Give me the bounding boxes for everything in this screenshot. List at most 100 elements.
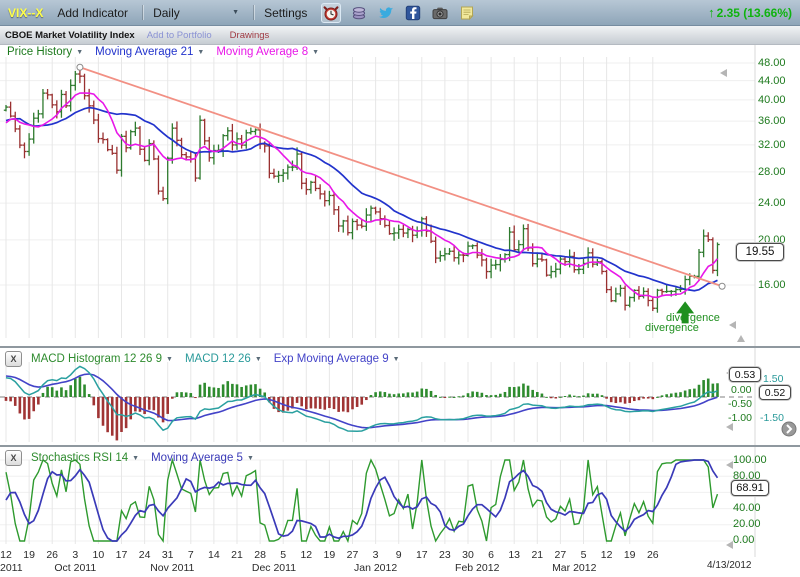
- chevron-down-icon: ▼: [232, 9, 239, 16]
- indicator-label: MACD 12 26: [185, 353, 251, 365]
- hist-bar: [153, 397, 156, 410]
- indicator-label: Price History: [7, 46, 72, 58]
- hist-bar: [19, 397, 22, 413]
- drawings-button[interactable]: Drawings: [230, 30, 270, 41]
- hist-bar: [134, 397, 137, 411]
- scroll-left-icon[interactable]: [726, 461, 733, 469]
- chevron-down-icon[interactable]: ▼: [132, 455, 139, 462]
- hist-bar: [596, 394, 599, 397]
- hist-bar: [684, 391, 687, 397]
- hist-bar: [116, 397, 119, 440]
- macd-hist-current-box: 0.53: [729, 367, 761, 382]
- indicator-stochastics-rsi[interactable]: Stochastics RSI 14 ▼: [31, 452, 139, 464]
- stoch-current-box: 68.91: [731, 480, 769, 496]
- hist-bar: [245, 385, 248, 397]
- hist-bar: [610, 397, 613, 402]
- indicator-moving-average-8[interactable]: Moving Average 8 ▼: [216, 46, 319, 58]
- chevron-down-icon[interactable]: ▼: [312, 49, 319, 56]
- chevron-down-icon[interactable]: ▼: [255, 356, 262, 363]
- add-indicator-button[interactable]: Add Indicator: [57, 6, 128, 20]
- symbol-label[interactable]: VIX--X: [8, 6, 43, 20]
- timeframe-dropdown[interactable]: Daily ▼: [153, 6, 239, 20]
- price-change: ↑ 2.35 (13.66%): [708, 5, 792, 20]
- chevron-down-icon[interactable]: ▼: [76, 49, 83, 56]
- scroll-left-icon[interactable]: [729, 321, 736, 329]
- hist-bar: [171, 397, 174, 399]
- scroll-up-icon[interactable]: [737, 335, 745, 342]
- x-tick-label: 19: [618, 549, 642, 561]
- hist-bar: [499, 394, 502, 397]
- macd-line-axis-label: 1.50: [763, 373, 783, 385]
- hist-bar: [203, 383, 206, 397]
- hist-bar: [638, 397, 641, 400]
- hist-bar: [314, 397, 317, 409]
- chevron-down-icon[interactable]: ▼: [393, 356, 400, 363]
- note-icon[interactable]: [458, 4, 476, 22]
- macd-axis-label: -1.00: [728, 412, 752, 424]
- indicator-moving-average-21[interactable]: Moving Average 21 ▼: [95, 46, 204, 58]
- hist-bar: [615, 397, 618, 403]
- price-axis-label: 32.00: [758, 139, 786, 151]
- hist-bar: [356, 397, 359, 407]
- month-label: Feb 2012: [449, 562, 505, 574]
- indicator-moving-average-5[interactable]: Moving Average 5 ▼: [151, 452, 254, 464]
- hist-bar: [148, 397, 151, 410]
- scroll-left-icon[interactable]: [720, 69, 727, 77]
- add-to-portfolio-button[interactable]: Add to Portfolio: [147, 30, 212, 41]
- hist-bar: [323, 397, 326, 410]
- close-macd-panel-button[interactable]: X: [5, 351, 22, 367]
- hist-bar: [670, 393, 673, 397]
- hist-bar: [425, 389, 428, 397]
- indicator-macd-histogram[interactable]: MACD Histogram 12 26 9 ▼: [31, 353, 173, 365]
- facebook-icon[interactable]: [404, 4, 422, 22]
- close-stoch-panel-button[interactable]: X: [5, 450, 22, 466]
- indicator-macd[interactable]: MACD 12 26 ▼: [185, 353, 262, 365]
- macd-line-axis-label: -1.50: [760, 412, 784, 424]
- x-tick-label: 17: [410, 549, 434, 561]
- hist-bar: [490, 395, 493, 397]
- indicator-exp-moving-average-9[interactable]: Exp Moving Average 9 ▼: [274, 353, 400, 365]
- trendline-handle[interactable]: [77, 64, 83, 70]
- hist-bar: [199, 385, 202, 397]
- coins-icon[interactable]: [350, 4, 368, 22]
- hist-bar: [51, 387, 54, 397]
- hist-bar: [65, 390, 68, 397]
- panel-divider[interactable]: [0, 445, 800, 447]
- stoch-axis-label: 40.00: [733, 502, 761, 514]
- scroll-left-icon[interactable]: [726, 423, 733, 431]
- hist-bar: [139, 397, 142, 412]
- month-label: Jan 2012: [348, 562, 404, 574]
- hist-bar: [5, 397, 8, 401]
- chevron-down-icon[interactable]: ▼: [247, 455, 254, 462]
- alarm-clock-icon[interactable]: [321, 3, 341, 23]
- indicator-price-history[interactable]: Price History ▼: [7, 46, 83, 58]
- toolbar-separator: [253, 5, 254, 20]
- hist-bar: [222, 384, 225, 397]
- stoch-ma5-line: [6, 460, 717, 541]
- hist-bar: [462, 396, 465, 397]
- camera-icon[interactable]: [431, 4, 449, 22]
- hist-bar: [578, 396, 581, 397]
- hist-bar: [176, 392, 179, 397]
- twitter-icon[interactable]: [377, 4, 395, 22]
- hist-bar: [587, 393, 590, 397]
- hist-bar: [467, 393, 470, 397]
- scroll-left-icon[interactable]: [726, 541, 733, 549]
- stoch-axis-label: 100.00: [733, 454, 767, 466]
- divergence-annotation[interactable]: divergence: [645, 322, 699, 334]
- expand-panel-button[interactable]: [782, 422, 796, 436]
- hist-bar: [213, 387, 216, 397]
- hist-bar: [688, 389, 691, 397]
- trendline-handle[interactable]: [719, 283, 725, 289]
- hist-bar: [554, 397, 557, 399]
- hist-bar: [568, 395, 571, 397]
- chevron-down-icon[interactable]: ▼: [197, 49, 204, 56]
- stoch-panel-header: X Stochastics RSI 14 ▼ Moving Average 5 …: [5, 450, 266, 466]
- panel-divider[interactable]: [0, 346, 800, 348]
- settings-button[interactable]: Settings: [264, 6, 307, 20]
- hist-bar: [185, 392, 188, 397]
- chevron-down-icon[interactable]: ▼: [166, 356, 173, 363]
- hist-bar: [79, 377, 82, 397]
- indicator-label: MACD Histogram 12 26 9: [31, 353, 162, 365]
- hist-bar: [518, 386, 521, 397]
